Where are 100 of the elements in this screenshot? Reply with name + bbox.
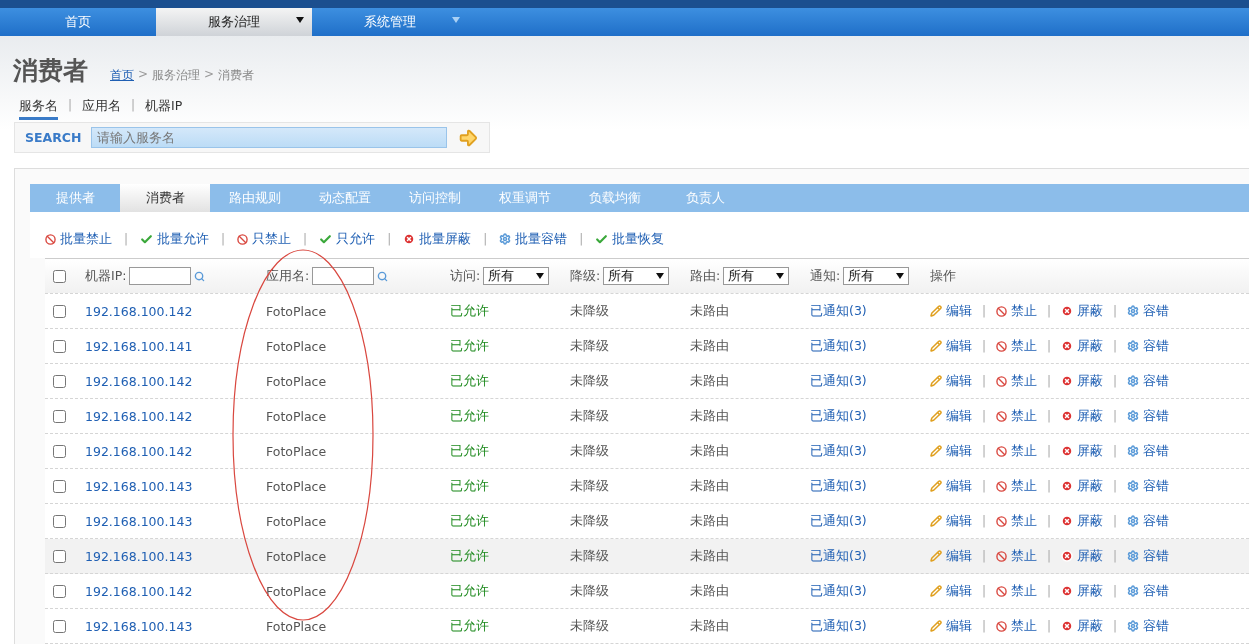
ip-link[interactable]: 192.168.100.143 xyxy=(85,618,193,634)
row-action-link[interactable]: 屏蔽 xyxy=(1061,512,1104,530)
notify-link[interactable]: 已通知(3) xyxy=(810,302,867,320)
ip-link[interactable]: 192.168.100.141 xyxy=(85,338,193,354)
filter-dropdown[interactable]: 所有 xyxy=(723,267,790,285)
row-action-link[interactable]: 屏蔽 xyxy=(1061,617,1104,635)
ip-link[interactable]: 192.168.100.142 xyxy=(85,583,193,599)
row-action-link[interactable]: 容错 xyxy=(1127,617,1170,635)
table-cell: FotoPlace xyxy=(266,478,327,494)
batch-action-link[interactable]: 只禁止 xyxy=(237,230,292,248)
filter-dropdown[interactable]: 所有 xyxy=(603,267,670,285)
search-type-tab[interactable]: 机器IP xyxy=(145,98,183,120)
notify-link[interactable]: 已通知(3) xyxy=(810,617,867,635)
notify-link[interactable]: 已通知(3) xyxy=(810,512,867,530)
breadcrumb-link[interactable]: 首页 xyxy=(110,67,134,84)
select-all-checkbox[interactable] xyxy=(53,269,66,283)
row-action-link[interactable]: 容错 xyxy=(1127,477,1170,495)
row-action-link[interactable]: 编辑 xyxy=(930,582,972,600)
row-action-link[interactable]: 容错 xyxy=(1127,337,1170,355)
row-action-link[interactable]: 容错 xyxy=(1127,512,1170,530)
batch-action-link[interactable]: 批量屏蔽 xyxy=(403,230,472,248)
row-action-link[interactable]: 禁止 xyxy=(996,337,1038,355)
row-action-link[interactable]: 容错 xyxy=(1127,582,1170,600)
row-action-link[interactable]: 屏蔽 xyxy=(1061,582,1104,600)
notify-link[interactable]: 已通知(3) xyxy=(810,442,867,460)
row-checkbox[interactable] xyxy=(53,584,66,598)
row-action-link[interactable]: 禁止 xyxy=(996,512,1038,530)
table-cell: FotoPlace xyxy=(266,583,327,599)
row-action-link[interactable]: 容错 xyxy=(1127,302,1170,320)
notify-link[interactable]: 已通知(3) xyxy=(810,477,867,495)
row-action-link[interactable]: 容错 xyxy=(1127,547,1170,565)
row-checkbox[interactable] xyxy=(53,444,66,458)
row-action-link[interactable]: 禁止 xyxy=(996,617,1038,635)
search-icon[interactable] xyxy=(194,270,206,282)
notify-link[interactable]: 已通知(3) xyxy=(810,337,867,355)
row-checkbox[interactable] xyxy=(53,619,66,633)
ip-link[interactable]: 192.168.100.143 xyxy=(85,513,193,529)
batch-action-link[interactable]: 批量容错 xyxy=(499,230,568,248)
filter-dropdown[interactable]: 所有 xyxy=(843,267,910,285)
row-action-link[interactable]: 禁止 xyxy=(996,582,1038,600)
row-action-link[interactable]: 屏蔽 xyxy=(1061,302,1104,320)
nav-tab[interactable]: 系统管理 xyxy=(312,8,468,36)
separator: | xyxy=(982,479,987,493)
row-action-link[interactable]: 屏蔽 xyxy=(1061,407,1104,425)
batch-action-link[interactable]: 只允许 xyxy=(319,230,376,248)
row-action-link[interactable]: 编辑 xyxy=(930,547,972,565)
search-field[interactable]: 请输入服务名 xyxy=(91,127,448,148)
row-checkbox[interactable] xyxy=(53,479,66,493)
row-action-link[interactable]: 屏蔽 xyxy=(1061,477,1104,495)
notify-link[interactable]: 已通知(3) xyxy=(810,582,867,600)
row-action-link[interactable]: 屏蔽 xyxy=(1061,442,1104,460)
row-action-link[interactable]: 编辑 xyxy=(930,617,972,635)
row-action-link[interactable]: 编辑 xyxy=(930,477,972,495)
row-action-link[interactable]: 编辑 xyxy=(930,407,972,425)
separator: | xyxy=(982,339,987,353)
batch-action-link[interactable]: 批量允许 xyxy=(140,230,210,248)
search-type-tab[interactable]: 应用名 xyxy=(82,98,122,120)
ip-link[interactable]: 192.168.100.142 xyxy=(85,373,193,389)
batch-action-link[interactable]: 批量恢复 xyxy=(595,230,665,248)
ip-link[interactable]: 192.168.100.143 xyxy=(85,548,193,564)
row-action-link[interactable]: 容错 xyxy=(1127,442,1170,460)
filter-dropdown[interactable]: 所有 xyxy=(483,267,550,285)
row-action-link[interactable]: 容错 xyxy=(1127,407,1170,425)
row-action-link[interactable]: 禁止 xyxy=(996,477,1038,495)
row-action-link[interactable]: 容错 xyxy=(1127,372,1170,390)
ip-link[interactable]: 192.168.100.143 xyxy=(85,478,193,494)
pencil-icon xyxy=(930,480,942,492)
row-checkbox[interactable] xyxy=(53,409,66,423)
notify-link[interactable]: 已通知(3) xyxy=(810,407,867,425)
row-action-link[interactable]: 编辑 xyxy=(930,512,972,530)
row-action-link[interactable]: 禁止 xyxy=(996,547,1038,565)
gear-icon xyxy=(1127,480,1140,492)
row-action-link[interactable]: 屏蔽 xyxy=(1061,372,1104,390)
batch-action-link[interactable]: 批量禁止 xyxy=(45,230,112,248)
row-action-link[interactable]: 屏蔽 xyxy=(1061,337,1104,355)
row-checkbox[interactable] xyxy=(53,549,66,563)
row-checkbox[interactable] xyxy=(53,374,66,388)
row-action-link[interactable]: 禁止 xyxy=(996,407,1038,425)
row-action-link[interactable]: 编辑 xyxy=(930,337,972,355)
filter-input[interactable] xyxy=(312,267,375,285)
row-checkbox[interactable] xyxy=(53,304,66,318)
notify-link[interactable]: 已通知(3) xyxy=(810,547,867,565)
ip-link[interactable]: 192.168.100.142 xyxy=(85,303,193,319)
row-checkbox[interactable] xyxy=(53,339,66,353)
row-action-link[interactable]: 编辑 xyxy=(930,372,972,390)
row-checkbox[interactable] xyxy=(53,514,66,528)
nav-tab[interactable]: 首页 xyxy=(0,8,156,36)
row-action-link[interactable]: 编辑 xyxy=(930,442,972,460)
search-icon[interactable] xyxy=(377,270,389,282)
row-action-link[interactable]: 禁止 xyxy=(996,372,1038,390)
notify-link[interactable]: 已通知(3) xyxy=(810,372,867,390)
filter-input[interactable] xyxy=(129,267,192,285)
nav-tab[interactable]: 服务治理 xyxy=(156,8,312,36)
ip-link[interactable]: 192.168.100.142 xyxy=(85,443,193,459)
row-action-link[interactable]: 编辑 xyxy=(930,302,972,320)
row-action-link[interactable]: 屏蔽 xyxy=(1061,547,1104,565)
row-action-link[interactable]: 禁止 xyxy=(996,442,1038,460)
row-action-link[interactable]: 禁止 xyxy=(996,302,1038,320)
ip-link[interactable]: 192.168.100.142 xyxy=(85,408,193,424)
tab[interactable]: 消费者 xyxy=(120,184,210,212)
